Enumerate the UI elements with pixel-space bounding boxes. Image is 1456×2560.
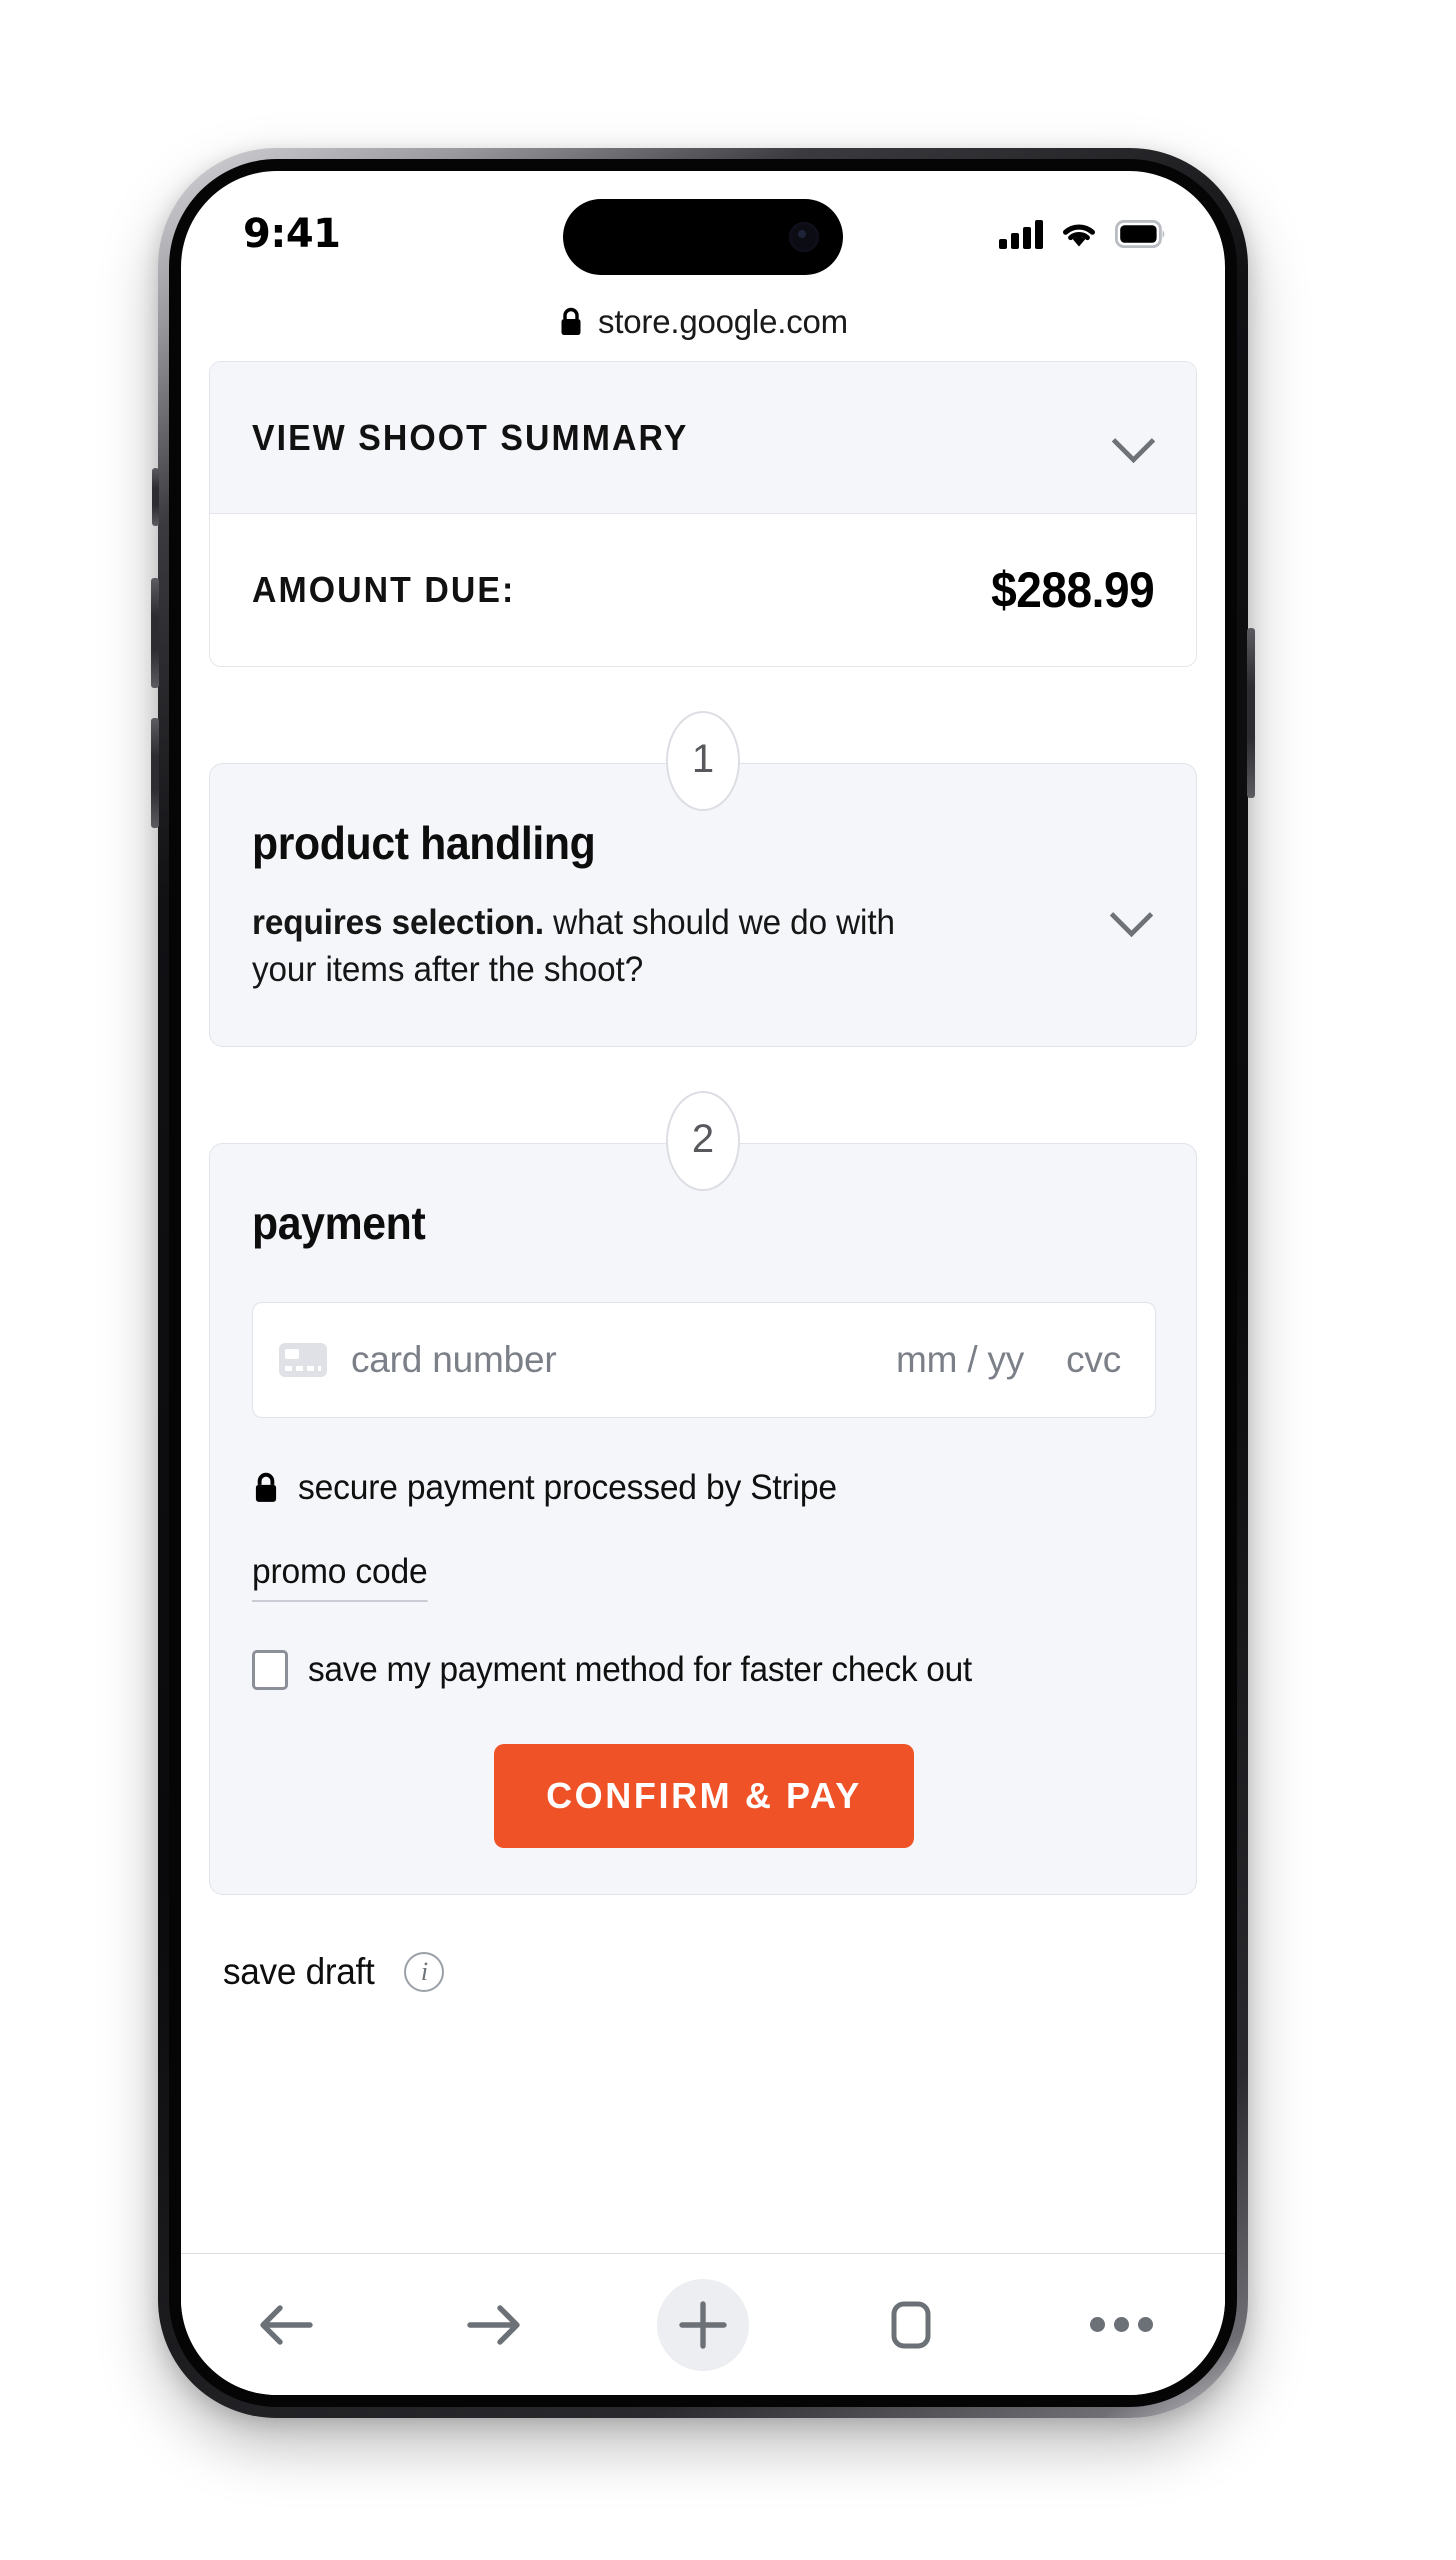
save-payment-method-label: save my payment method for faster check … [308,1649,972,1689]
status-time: 9:41 [243,211,341,257]
more-dots-icon[interactable] [1073,2277,1169,2373]
card-details-input[interactable]: card number mm / yy cvc [252,1301,1156,1418]
chevron-down-icon[interactable] [1110,899,1156,925]
payment-card: payment card number mm / yy cvc secure p… [209,1142,1197,1895]
battery-full-icon [1115,220,1165,248]
browser-toolbar [181,2253,1225,2395]
front-camera-icon [789,222,819,252]
card-expiry-placeholder[interactable]: mm / yy [896,1339,1024,1381]
payment-title: payment [252,1196,426,1249]
phone-device: 9:41 store.google.com VIEW SHOOT SUMMARY… [151,148,1255,2418]
browser-url-bar[interactable]: store.google.com [181,283,1225,361]
amount-due-row: AMOUNT DUE: $288.99 [210,514,1196,666]
amount-due-value: $288.99 [990,562,1155,618]
save-draft-label: save draft [223,1950,375,1992]
tabs-square-icon[interactable] [863,2277,959,2373]
product-handling-description: requires selection. what should we do wi… [252,900,917,994]
step-number-1: 1 [691,737,715,781]
save-payment-method-checkbox[interactable] [252,1649,288,1690]
amount-due-label: AMOUNT DUE: [252,569,516,610]
promo-code-link[interactable]: promo code [252,1552,428,1602]
card-cvc-placeholder[interactable]: cvc [1066,1339,1121,1381]
phone-screen: 9:41 store.google.com VIEW SHOOT SUMMARY… [181,171,1225,2395]
lock-icon [561,307,581,335]
product-handling-title: product handling [252,817,596,869]
step-product-handling: 1 product handling requires selection. w… [209,711,1197,1047]
view-shoot-summary-label: VIEW SHOOT SUMMARY [252,416,689,458]
wifi-icon [1063,224,1095,247]
lock-icon [255,1472,277,1502]
volume-down-button[interactable] [151,718,159,828]
status-icons [999,219,1167,249]
confirm-and-pay-button[interactable]: CONFIRM & PAY [494,1743,914,1848]
step-payment: 2 payment card number mm / yy cvc secure… [209,1090,1197,1895]
secure-payment-note: secure payment processed by Stripe [252,1468,1156,1508]
card-number-placeholder[interactable]: card number [351,1339,896,1381]
dynamic-island [563,199,843,275]
forward-arrow-icon[interactable] [447,2277,543,2373]
page-content: VIEW SHOOT SUMMARY AMOUNT DUE: $288.99 1… [181,361,1225,2253]
confirm-pay-wrap: CONFIRM & PAY [252,1743,1156,1848]
step-badge-1: 1 [666,711,740,811]
plus-icon[interactable] [657,2278,749,2371]
save-draft-row[interactable]: save draft i [223,1951,1225,2023]
requires-selection-text: requires selection. [252,903,545,942]
credit-card-icon [279,1342,327,1377]
secure-payment-text: secure payment processed by Stripe [298,1467,837,1507]
cellular-signal-icon [999,219,1043,249]
silent-switch[interactable] [152,468,159,526]
step-badge-2: 2 [666,1090,740,1191]
step-number-2: 2 [691,1116,715,1161]
chevron-down-icon[interactable] [1112,425,1158,451]
shoot-summary-block: VIEW SHOOT SUMMARY AMOUNT DUE: $288.99 [209,361,1197,667]
back-arrow-icon[interactable] [237,2277,333,2373]
url-text: store.google.com [598,303,848,340]
power-button[interactable] [1247,628,1255,798]
view-shoot-summary-row[interactable]: VIEW SHOOT SUMMARY [210,362,1196,514]
save-payment-method-row[interactable]: save my payment method for faster check … [252,1649,1156,1690]
info-icon[interactable]: i [404,1951,445,1992]
volume-up-button[interactable] [151,578,159,688]
